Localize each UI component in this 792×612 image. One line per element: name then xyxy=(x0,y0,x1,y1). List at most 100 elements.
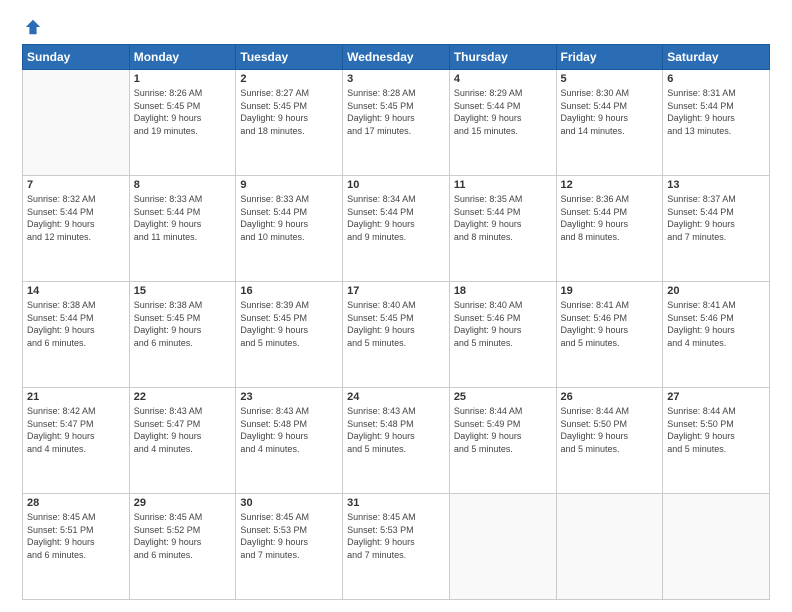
day-number: 15 xyxy=(134,285,232,297)
calendar-cell: 11 Sunrise: 8:35 AM Sunset: 5:44 PM Dayli… xyxy=(449,176,556,282)
day-number: 12 xyxy=(561,179,659,191)
day-info: Sunrise: 8:41 AM Sunset: 5:46 PM Dayligh… xyxy=(561,299,659,349)
day-number: 13 xyxy=(667,179,765,191)
day-info: Sunrise: 8:32 AM Sunset: 5:44 PM Dayligh… xyxy=(27,193,125,243)
calendar-header-saturday: Saturday xyxy=(663,45,770,70)
calendar-cell: 12 Sunrise: 8:36 AM Sunset: 5:44 PM Dayli… xyxy=(556,176,663,282)
calendar-cell: 7 Sunrise: 8:32 AM Sunset: 5:44 PM Daylig… xyxy=(23,176,130,282)
day-info: Sunrise: 8:45 AM Sunset: 5:52 PM Dayligh… xyxy=(134,511,232,561)
calendar-cell: 18 Sunrise: 8:40 AM Sunset: 5:46 PM Dayli… xyxy=(449,282,556,388)
calendar-cell: 31 Sunrise: 8:45 AM Sunset: 5:53 PM Dayli… xyxy=(343,494,450,600)
day-number: 2 xyxy=(240,73,338,85)
day-number: 22 xyxy=(134,391,232,403)
calendar-cell xyxy=(449,494,556,600)
day-number: 31 xyxy=(347,497,445,509)
calendar-week-5: 28 Sunrise: 8:45 AM Sunset: 5:51 PM Dayli… xyxy=(23,494,770,600)
day-info: Sunrise: 8:43 AM Sunset: 5:48 PM Dayligh… xyxy=(347,405,445,455)
calendar-cell xyxy=(556,494,663,600)
day-number: 7 xyxy=(27,179,125,191)
calendar-cell: 8 Sunrise: 8:33 AM Sunset: 5:44 PM Daylig… xyxy=(129,176,236,282)
day-number: 11 xyxy=(454,179,552,191)
day-info: Sunrise: 8:41 AM Sunset: 5:46 PM Dayligh… xyxy=(667,299,765,349)
calendar-week-2: 7 Sunrise: 8:32 AM Sunset: 5:44 PM Daylig… xyxy=(23,176,770,282)
day-info: Sunrise: 8:45 AM Sunset: 5:53 PM Dayligh… xyxy=(347,511,445,561)
calendar-cell: 24 Sunrise: 8:43 AM Sunset: 5:48 PM Dayli… xyxy=(343,388,450,494)
calendar-cell: 20 Sunrise: 8:41 AM Sunset: 5:46 PM Dayli… xyxy=(663,282,770,388)
calendar-header-friday: Friday xyxy=(556,45,663,70)
calendar-header-thursday: Thursday xyxy=(449,45,556,70)
calendar-cell: 3 Sunrise: 8:28 AM Sunset: 5:45 PM Daylig… xyxy=(343,70,450,176)
page: SundayMondayTuesdayWednesdayThursdayFrid… xyxy=(0,0,792,612)
day-number: 18 xyxy=(454,285,552,297)
day-info: Sunrise: 8:29 AM Sunset: 5:44 PM Dayligh… xyxy=(454,87,552,137)
calendar-cell: 4 Sunrise: 8:29 AM Sunset: 5:44 PM Daylig… xyxy=(449,70,556,176)
calendar-header-wednesday: Wednesday xyxy=(343,45,450,70)
day-number: 14 xyxy=(27,285,125,297)
calendar-week-4: 21 Sunrise: 8:42 AM Sunset: 5:47 PM Dayli… xyxy=(23,388,770,494)
calendar-header-sunday: Sunday xyxy=(23,45,130,70)
calendar-week-1: 1 Sunrise: 8:26 AM Sunset: 5:45 PM Daylig… xyxy=(23,70,770,176)
day-number: 9 xyxy=(240,179,338,191)
calendar-cell: 25 Sunrise: 8:44 AM Sunset: 5:49 PM Dayli… xyxy=(449,388,556,494)
calendar: SundayMondayTuesdayWednesdayThursdayFrid… xyxy=(22,44,770,600)
calendar-cell: 10 Sunrise: 8:34 AM Sunset: 5:44 PM Dayli… xyxy=(343,176,450,282)
day-number: 3 xyxy=(347,73,445,85)
day-info: Sunrise: 8:30 AM Sunset: 5:44 PM Dayligh… xyxy=(561,87,659,137)
day-number: 28 xyxy=(27,497,125,509)
day-number: 8 xyxy=(134,179,232,191)
calendar-cell: 9Sunrise: 8:33 AM Sunset: 5:44 PM Daylig… xyxy=(236,176,343,282)
calendar-cell: 16Sunrise: 8:39 AM Sunset: 5:45 PM Dayli… xyxy=(236,282,343,388)
day-number: 17 xyxy=(347,285,445,297)
calendar-cell: 5Sunrise: 8:30 AM Sunset: 5:44 PM Daylig… xyxy=(556,70,663,176)
logo xyxy=(22,18,42,36)
day-info: Sunrise: 8:45 AM Sunset: 5:51 PM Dayligh… xyxy=(27,511,125,561)
day-number: 20 xyxy=(667,285,765,297)
day-info: Sunrise: 8:26 AM Sunset: 5:45 PM Dayligh… xyxy=(134,87,232,137)
day-number: 4 xyxy=(454,73,552,85)
calendar-header-row: SundayMondayTuesdayWednesdayThursdayFrid… xyxy=(23,45,770,70)
calendar-cell: 29 Sunrise: 8:45 AM Sunset: 5:52 PM Dayli… xyxy=(129,494,236,600)
calendar-cell: 21 Sunrise: 8:42 AM Sunset: 5:47 PM Dayli… xyxy=(23,388,130,494)
calendar-cell: 19 Sunrise: 8:41 AM Sunset: 5:46 PM Dayli… xyxy=(556,282,663,388)
calendar-cell xyxy=(23,70,130,176)
day-info: Sunrise: 8:36 AM Sunset: 5:44 PM Dayligh… xyxy=(561,193,659,243)
calendar-cell: 6Sunrise: 8:31 AM Sunset: 5:44 PM Daylig… xyxy=(663,70,770,176)
day-info: Sunrise: 8:44 AM Sunset: 5:49 PM Dayligh… xyxy=(454,405,552,455)
day-info: Sunrise: 8:43 AM Sunset: 5:48 PM Dayligh… xyxy=(240,405,338,455)
calendar-cell xyxy=(663,494,770,600)
calendar-cell: 27 Sunrise: 8:44 AM Sunset: 5:50 PM Dayli… xyxy=(663,388,770,494)
calendar-cell: 14 Sunrise: 8:38 AM Sunset: 5:44 PM Dayli… xyxy=(23,282,130,388)
calendar-cell: 26Sunrise: 8:44 AM Sunset: 5:50 PM Dayli… xyxy=(556,388,663,494)
day-info: Sunrise: 8:45 AM Sunset: 5:53 PM Dayligh… xyxy=(240,511,338,561)
calendar-week-3: 14 Sunrise: 8:38 AM Sunset: 5:44 PM Dayli… xyxy=(23,282,770,388)
day-info: Sunrise: 8:38 AM Sunset: 5:44 PM Dayligh… xyxy=(27,299,125,349)
day-info: Sunrise: 8:44 AM Sunset: 5:50 PM Dayligh… xyxy=(667,405,765,455)
day-info: Sunrise: 8:34 AM Sunset: 5:44 PM Dayligh… xyxy=(347,193,445,243)
day-info: Sunrise: 8:28 AM Sunset: 5:45 PM Dayligh… xyxy=(347,87,445,137)
day-number: 1 xyxy=(134,73,232,85)
calendar-cell: 15 Sunrise: 8:38 AM Sunset: 5:45 PM Dayli… xyxy=(129,282,236,388)
day-info: Sunrise: 8:43 AM Sunset: 5:47 PM Dayligh… xyxy=(134,405,232,455)
day-info: Sunrise: 8:42 AM Sunset: 5:47 PM Dayligh… xyxy=(27,405,125,455)
day-info: Sunrise: 8:40 AM Sunset: 5:45 PM Dayligh… xyxy=(347,299,445,349)
day-number: 26 xyxy=(561,391,659,403)
calendar-cell: 17 Sunrise: 8:40 AM Sunset: 5:45 PM Dayli… xyxy=(343,282,450,388)
day-info: Sunrise: 8:35 AM Sunset: 5:44 PM Dayligh… xyxy=(454,193,552,243)
day-number: 29 xyxy=(134,497,232,509)
header xyxy=(22,18,770,36)
day-number: 21 xyxy=(27,391,125,403)
day-number: 10 xyxy=(347,179,445,191)
calendar-cell: 30Sunrise: 8:45 AM Sunset: 5:53 PM Dayli… xyxy=(236,494,343,600)
day-number: 19 xyxy=(561,285,659,297)
day-info: Sunrise: 8:40 AM Sunset: 5:46 PM Dayligh… xyxy=(454,299,552,349)
day-info: Sunrise: 8:38 AM Sunset: 5:45 PM Dayligh… xyxy=(134,299,232,349)
calendar-cell: 1 Sunrise: 8:26 AM Sunset: 5:45 PM Daylig… xyxy=(129,70,236,176)
day-number: 23 xyxy=(240,391,338,403)
day-info: Sunrise: 8:33 AM Sunset: 5:44 PM Dayligh… xyxy=(134,193,232,243)
day-info: Sunrise: 8:27 AM Sunset: 5:45 PM Dayligh… xyxy=(240,87,338,137)
day-number: 25 xyxy=(454,391,552,403)
day-info: Sunrise: 8:39 AM Sunset: 5:45 PM Dayligh… xyxy=(240,299,338,349)
day-number: 27 xyxy=(667,391,765,403)
day-number: 24 xyxy=(347,391,445,403)
calendar-cell: 28 Sunrise: 8:45 AM Sunset: 5:51 PM Dayli… xyxy=(23,494,130,600)
